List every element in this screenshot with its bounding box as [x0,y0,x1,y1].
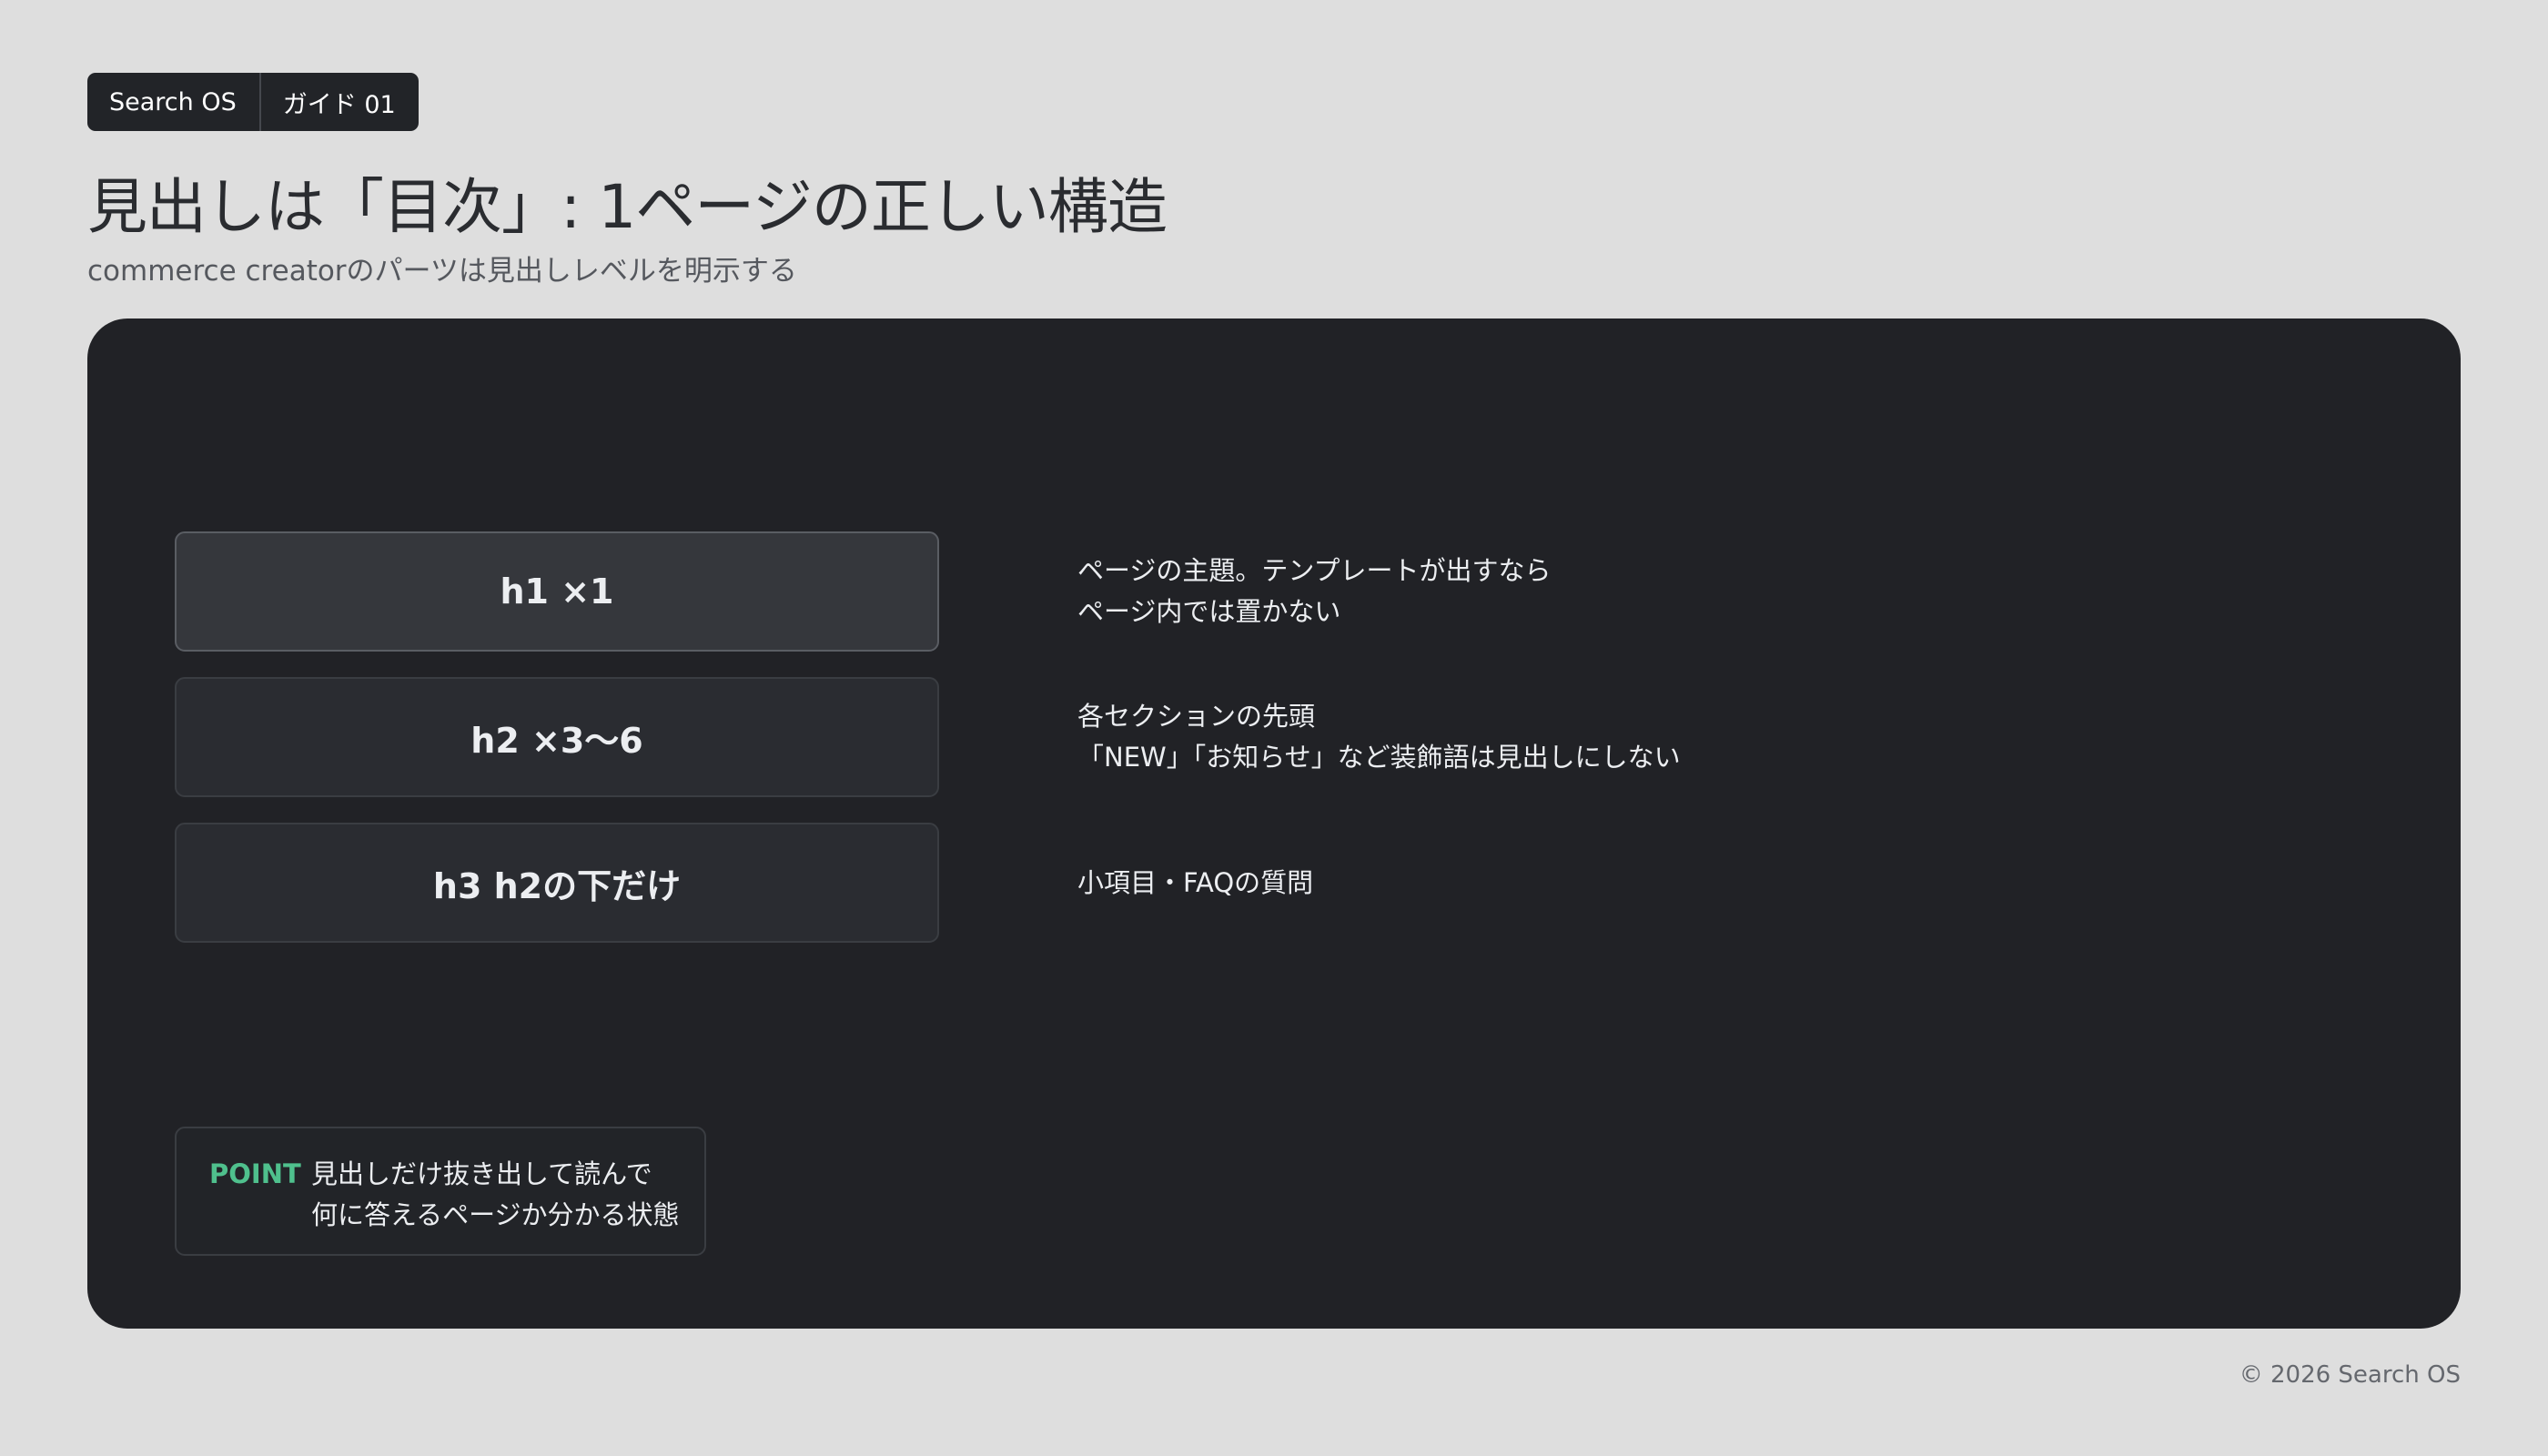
point-line: 何に答えるページか分かる状態 [311,1199,680,1230]
heading-level-box-h3: h3 h2の下だけ [175,823,939,943]
badge-guide-number: ガイド 01 [258,73,419,131]
page-title: 見出しは「目次」: 1ページの正しい構造 [87,172,1168,242]
footer-copyright: © 2026 Search OS [2239,1361,2461,1389]
description-line: 小項目・FAQの質問 [1077,866,1314,898]
point-text: 見出しだけ抜き出して読んで 何に答えるページか分かる状態 [311,1154,680,1236]
point-line: 見出しだけ抜き出して読んで [311,1158,652,1189]
guide-badge: Search OS ガイド 01 [87,73,419,131]
heading-level-row-h1: h1 ×1 ページの主題。テンプレートが出すなら ページ内では置かない [175,531,2359,652]
heading-level-row-h3: h3 h2の下だけ 小項目・FAQの質問 [175,823,2359,943]
heading-level-description-h1: ページの主題。テンプレートが出すなら ページ内では置かない [1077,531,1552,652]
badge-brand: Search OS [109,87,237,116]
point-callout: POINT 見出しだけ抜き出して読んで 何に答えるページか分かる状態 [175,1127,706,1256]
description-line: ページ内では置かない [1077,596,1341,627]
description-line: ページの主題。テンプレートが出すなら [1077,555,1552,586]
description-line: 「NEW」「お知らせ」など装飾語は見出しにしない [1077,742,1681,773]
heading-level-box-h2: h2 ×3〜6 [175,677,939,797]
heading-level-box-h1: h1 ×1 [175,531,939,652]
point-label: POINT [209,1158,301,1189]
page-subtitle: commerce creatorのパーツは見出しレベルを明示する [87,255,797,288]
heading-level-description-h3: 小項目・FAQの質問 [1077,823,1313,943]
heading-level-description-h2: 各セクションの先頭 「NEW」「お知らせ」など装飾語は見出しにしない [1077,677,1681,797]
heading-structure-panel: h1 ×1 ページの主題。テンプレートが出すなら ページ内では置かない h2 ×… [87,318,2461,1329]
heading-level-row-h2: h2 ×3〜6 各セクションの先頭 「NEW」「お知らせ」など装飾語は見出しにし… [175,677,2359,797]
description-line: 各セクションの先頭 [1077,701,1316,732]
